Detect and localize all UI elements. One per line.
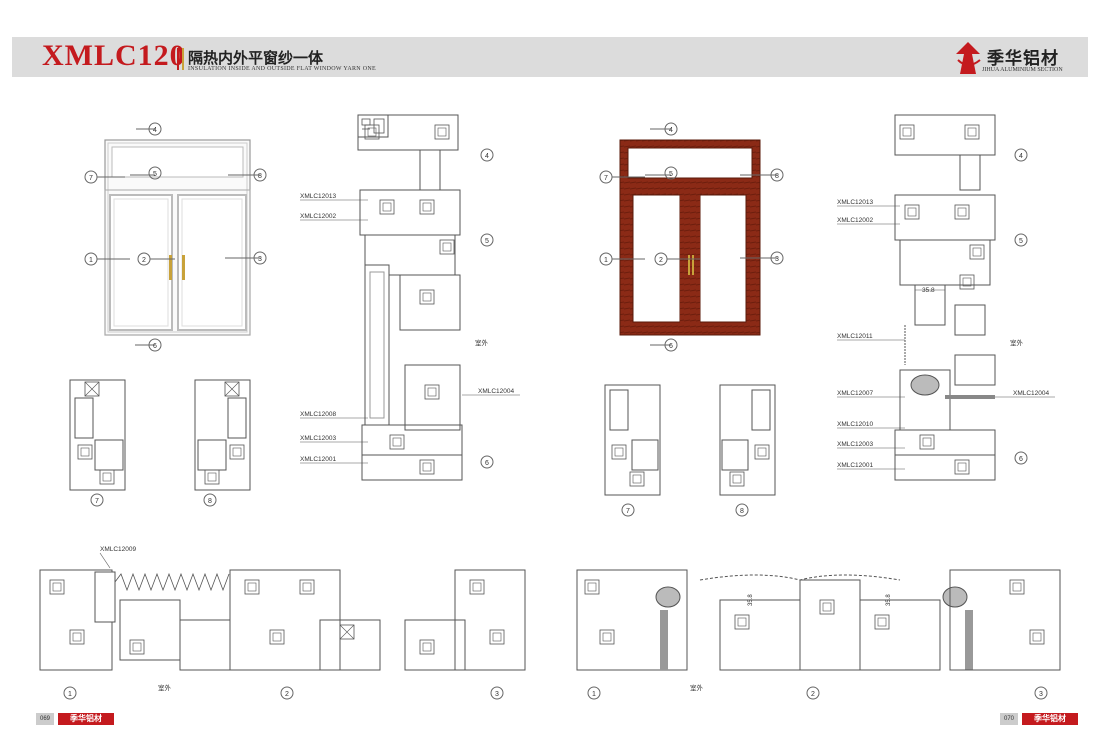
- code-xmlc12003-right: XMLC12003: [837, 441, 874, 448]
- code-xmlc12001-left: XMLC12001: [300, 456, 337, 463]
- callout-1: 1: [89, 257, 93, 264]
- code-xmlc12002-left: XMLC12002: [300, 213, 337, 220]
- code-xmlc12007-right: XMLC12007: [837, 390, 874, 397]
- callout-3-plan-l: 3: [495, 691, 499, 698]
- callout-3: 3: [258, 256, 262, 263]
- detail-8-left: [194, 379, 251, 491]
- callout-2-r: 2: [659, 257, 663, 264]
- callout-4: 4: [153, 127, 157, 134]
- callout-2-plan-r: 2: [811, 691, 815, 698]
- callout-2-plan-l: 2: [285, 691, 289, 698]
- outside-label-plan-left: 室外: [158, 683, 172, 692]
- callout-6-rsec: 6: [1019, 456, 1023, 463]
- outside-label-plan-right: 室外: [690, 683, 704, 692]
- callout-6: 6: [153, 343, 157, 350]
- code-xmlc12009: XMLC12009: [100, 546, 137, 553]
- code-xmlc12013-left: XMLC12013: [300, 193, 337, 200]
- page-tag-left: 069 季华铝材: [36, 713, 116, 725]
- horizontal-section-right: [576, 569, 1061, 671]
- vertical-section-left: [357, 114, 463, 481]
- callout-8-r: 8: [775, 173, 779, 180]
- detail-8-right: [719, 384, 776, 496]
- vertical-section-right: [894, 114, 996, 481]
- page-tag-right: 070 季华铝材: [1000, 713, 1080, 725]
- callout-1-r: 1: [604, 257, 608, 264]
- callout-1-plan-l: 1: [68, 691, 72, 698]
- outside-label-left: 室外: [475, 338, 489, 347]
- callout-4-r: 4: [669, 127, 673, 134]
- code-xmlc12008-left: XMLC12008: [300, 411, 337, 418]
- page-number-right: 070: [1000, 713, 1018, 725]
- code-xmlc12004-left: XMLC12004: [478, 388, 515, 395]
- detail-7-left: [69, 379, 126, 491]
- horizontal-section-left: [39, 569, 526, 671]
- callout-6-r: 6: [669, 343, 673, 350]
- callout-3-plan-r: 3: [1039, 691, 1043, 698]
- callout-4-rsec: 4: [1019, 153, 1023, 160]
- callout-6-sec: 6: [485, 460, 489, 467]
- callout-5-rsec: 5: [1019, 238, 1023, 245]
- code-xmlc12011-right: XMLC12011: [837, 333, 873, 340]
- callout-7: 7: [89, 175, 93, 182]
- detail-7-right: [604, 384, 661, 496]
- code-xmlc12004-right: XMLC12004: [1013, 390, 1050, 397]
- callout-8: 8: [258, 173, 262, 180]
- callout-5: 5: [153, 171, 157, 178]
- window-elevation-wood: [619, 139, 761, 336]
- callout-7-detail-r: 7: [626, 508, 630, 515]
- callout-3-r: 3: [775, 256, 779, 263]
- code-xmlc12003-left: XMLC12003: [300, 435, 337, 442]
- callout-8-detail-r: 8: [740, 508, 744, 515]
- callout-2: 2: [142, 257, 146, 264]
- code-xmlc12010-right: XMLC12010: [837, 421, 874, 428]
- callout-7-r: 7: [604, 175, 608, 182]
- dimension-plan-1: 35.8: [748, 594, 754, 606]
- callout-4-sec: 4: [485, 153, 489, 160]
- code-xmlc12013-right: XMLC12013: [837, 199, 874, 206]
- callout-1-plan-r: 1: [592, 691, 596, 698]
- page-number-left: 069: [36, 713, 54, 725]
- code-xmlc12001-right: XMLC12001: [837, 462, 874, 469]
- window-elevation-white: [104, 139, 251, 336]
- callout-5-r: 5: [669, 171, 673, 178]
- dimension-plan-2: 35.8: [886, 594, 892, 606]
- code-xmlc12002-right: XMLC12002: [837, 217, 874, 224]
- callout-8-detail-l: 8: [208, 498, 212, 505]
- dimension-right: 35.8: [922, 287, 935, 294]
- footer-logo-left: 季华铝材: [58, 713, 114, 725]
- technical-drawing: 4 5 7 8 1 2 3 6 4 5 7 8 1 2 3 6 XMLC1201…: [39, 114, 1061, 700]
- footer-logo-right: 季华铝材: [1022, 713, 1078, 725]
- callout-5-sec: 5: [485, 238, 489, 245]
- outside-label-right: 室外: [1010, 338, 1024, 347]
- callout-7-detail-l: 7: [95, 498, 99, 505]
